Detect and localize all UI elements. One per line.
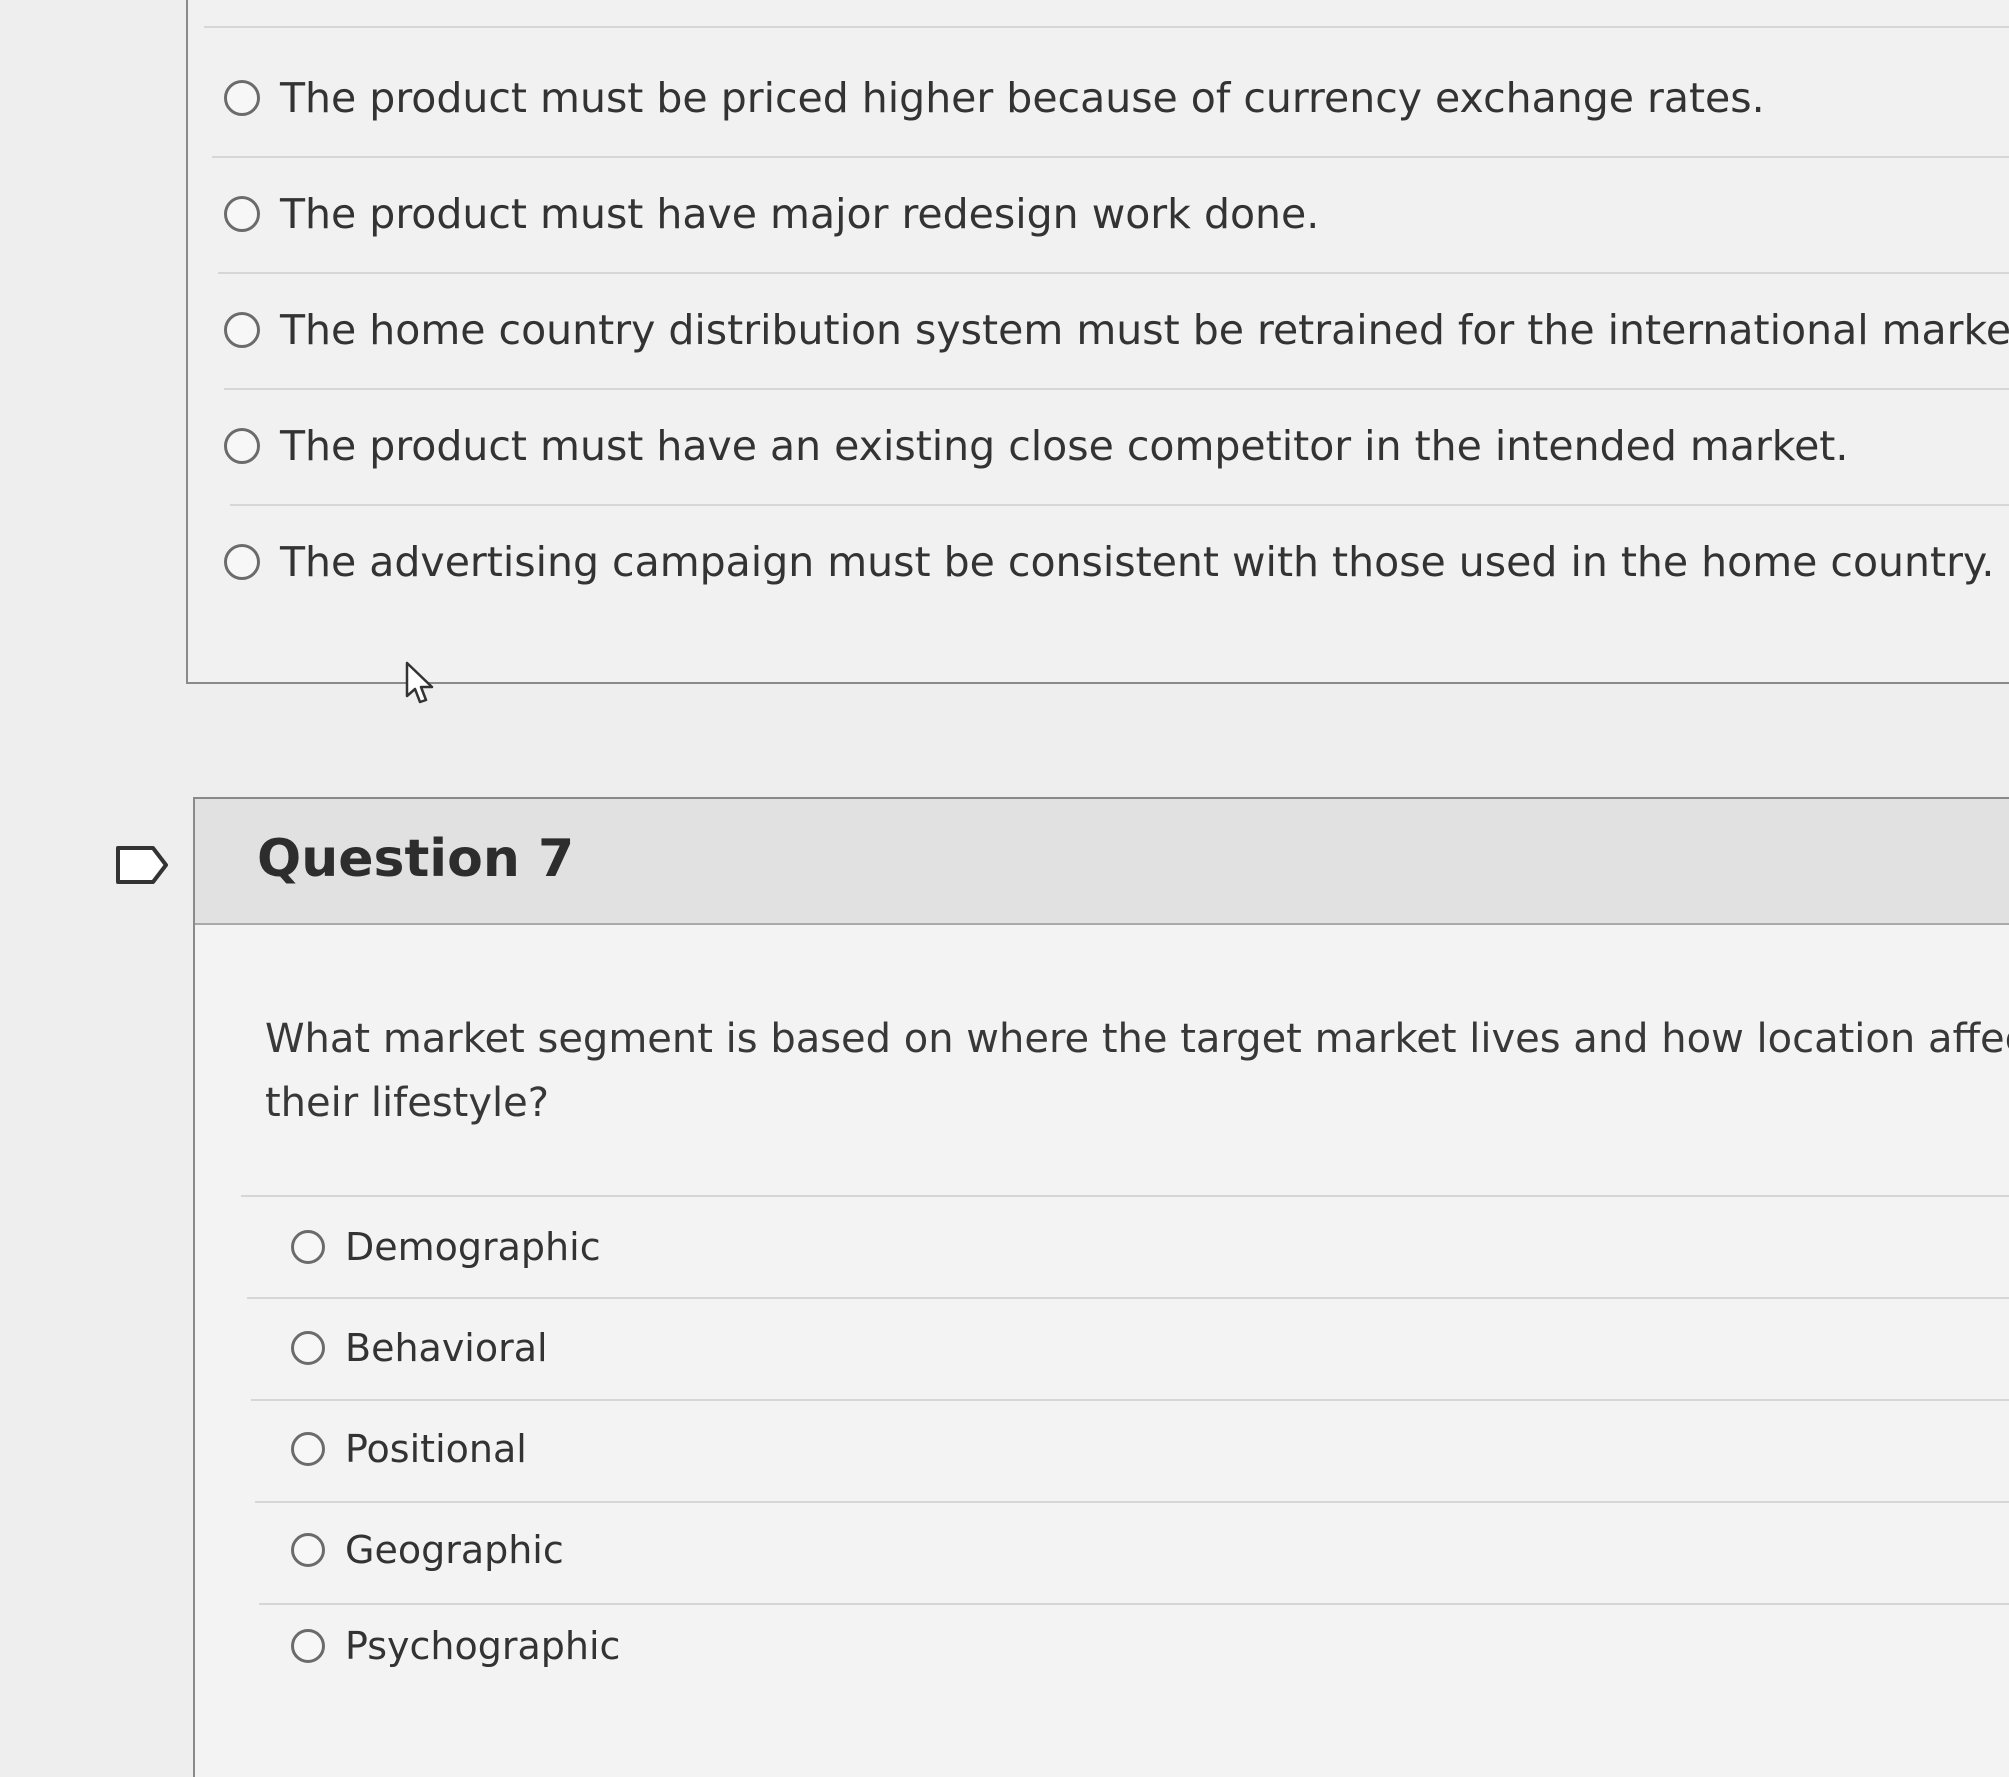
answer-divider: [247, 1297, 2009, 1299]
answer-option-label: The product must have major redesign wor…: [280, 190, 1320, 238]
radio-button-icon[interactable]: [224, 312, 260, 348]
radio-button-icon[interactable]: [224, 544, 260, 580]
answer-option-label: The home country distribution system mus…: [280, 306, 2009, 354]
answer-option[interactable]: The home country distribution system mus…: [224, 306, 2009, 354]
answer-divider: [259, 1603, 2009, 1605]
radio-button-icon[interactable]: [224, 80, 260, 116]
answer-option-label: Geographic: [345, 1528, 564, 1572]
question-header: Question 7: [195, 799, 2009, 925]
radio-button-icon[interactable]: [291, 1230, 325, 1264]
answer-divider: [204, 26, 2009, 28]
answer-divider: [251, 1399, 2009, 1401]
answer-divider: [212, 156, 2009, 158]
radio-button-icon[interactable]: [291, 1533, 325, 1567]
answer-divider: [224, 388, 2009, 390]
answer-option-label: The product must have an existing close …: [280, 422, 1849, 470]
answer-option[interactable]: The advertising campaign must be consist…: [224, 538, 2009, 586]
mouse-pointer-icon: [405, 661, 434, 704]
answer-option-label: The advertising campaign must be consist…: [280, 538, 1995, 586]
answer-option-label: Behavioral: [345, 1326, 548, 1370]
answer-divider: [241, 1195, 2009, 1197]
question-text: What market segment is based on where th…: [265, 1016, 2009, 1126]
radio-button-icon[interactable]: [224, 196, 260, 232]
radio-button-icon[interactable]: [291, 1432, 325, 1466]
answer-option-label: Positional: [345, 1427, 527, 1471]
answer-option[interactable]: Geographic: [291, 1528, 2009, 1572]
answer-option-label: Psychographic: [345, 1624, 621, 1668]
answer-divider: [218, 272, 2009, 274]
radio-button-icon[interactable]: [224, 428, 260, 464]
answer-divider: [230, 504, 2009, 506]
answer-option-label: The product must be priced higher becaus…: [280, 74, 1765, 122]
radio-button-icon[interactable]: [291, 1629, 325, 1663]
answer-option[interactable]: The product must have an existing close …: [224, 422, 2009, 470]
answer-option[interactable]: Demographic: [291, 1225, 2009, 1269]
previous-question-card: The product must be priced higher becaus…: [186, 0, 2009, 684]
answer-option[interactable]: Psychographic: [291, 1624, 2009, 1668]
flag-icon[interactable]: [115, 845, 169, 885]
answer-divider: [255, 1501, 2009, 1503]
radio-button-icon[interactable]: [291, 1331, 325, 1365]
answer-option[interactable]: Behavioral: [291, 1326, 2009, 1370]
answer-option[interactable]: The product must have major redesign wor…: [224, 190, 2009, 238]
answer-option-label: Demographic: [345, 1225, 601, 1269]
question-title: Question 7: [257, 829, 575, 889]
answer-option[interactable]: The product must be priced higher becaus…: [224, 74, 2009, 122]
question-card: Question 7 What market segment is based …: [193, 797, 2009, 1777]
answer-option[interactable]: Positional: [291, 1427, 2009, 1471]
